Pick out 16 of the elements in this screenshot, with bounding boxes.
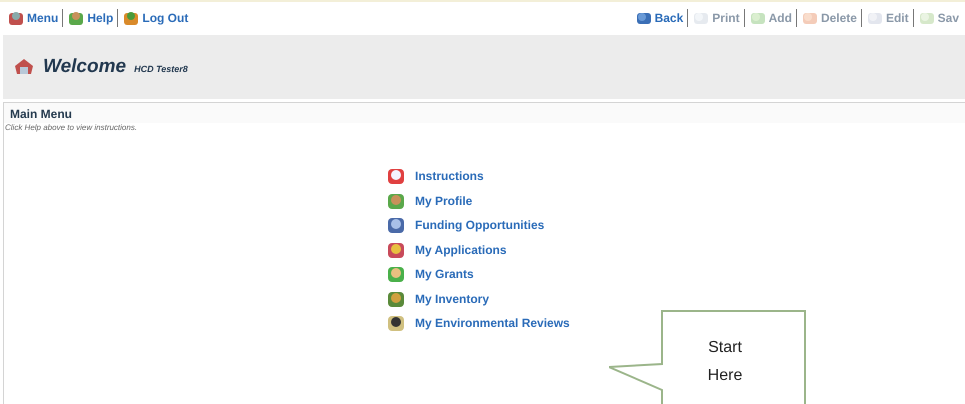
main-menu-item[interactable]: My Inventory <box>386 288 490 309</box>
toolbar-link[interactable]: Log Out <box>117 9 192 27</box>
user-name: HCD Tester8 <box>134 64 188 74</box>
callout-text: Start Here <box>706 338 744 386</box>
welcome-title: Welcome <box>43 56 126 78</box>
main-menu-item[interactable]: My Profile <box>386 190 472 211</box>
toolbar-link[interactable]: Help <box>62 9 118 27</box>
help-hint: Click Help above to view instructions. <box>4 123 138 132</box>
panel-header: Main Menu <box>4 103 965 123</box>
main-menu-item[interactable]: My Applications <box>386 240 507 260</box>
toolbar-link[interactable]: Back <box>630 9 688 27</box>
main-menu-item[interactable]: My Environmental Reviews <box>386 313 570 334</box>
main-menu-item[interactable]: Funding Opportunities <box>386 215 544 236</box>
main-menu-item[interactable]: My Grants <box>386 264 474 284</box>
main-menu-item[interactable]: Instructions <box>386 166 484 186</box>
toolbar-link[interactable]: Menu <box>3 9 62 27</box>
